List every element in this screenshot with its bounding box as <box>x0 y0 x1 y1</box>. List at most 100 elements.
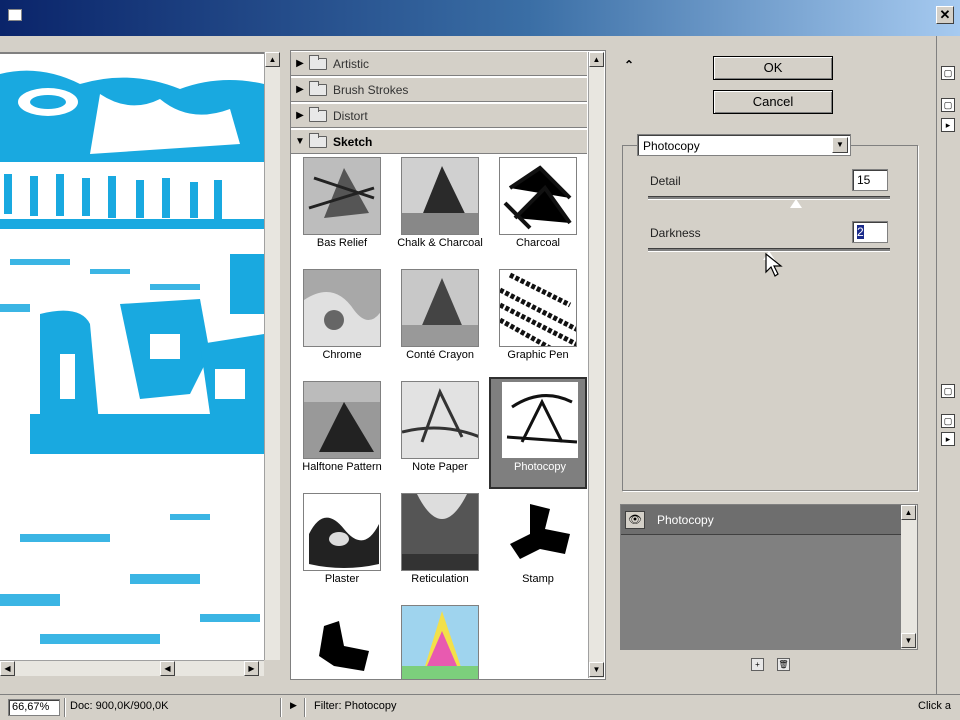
scroll-down-icon[interactable]: ▼ <box>901 633 916 648</box>
filter-list-scrollbar[interactable]: ▲ ▼ <box>588 52 604 678</box>
category-label: Brush Strokes <box>333 82 409 97</box>
palette-button-icon[interactable]: ▢ <box>941 98 955 112</box>
filter-thumb-plaster[interactable]: Plaster <box>293 491 391 601</box>
cancel-button[interactable]: Cancel <box>713 90 833 114</box>
effect-layers-scrollbar[interactable]: ▲ ▼ <box>901 505 917 649</box>
filter-thumb-bas-relief[interactable]: Bas Relief <box>293 155 391 265</box>
scroll-left-icon[interactable]: ◀ <box>0 661 15 676</box>
palette-arrow-icon[interactable]: ▸ <box>941 432 955 446</box>
detail-label: Detail <box>650 174 681 188</box>
palette-button-icon[interactable]: ▢ <box>941 384 955 398</box>
preview-image <box>0 54 264 660</box>
category-artistic[interactable]: ▶ Artistic <box>291 51 587 76</box>
filter-gallery-list: ▶ Artistic ▶ Brush Strokes ▶ Distort ▼ S… <box>290 50 606 680</box>
scroll-left-icon[interactable]: ◀ <box>160 661 175 676</box>
category-label: Distort <box>333 108 368 123</box>
filter-label: Charcoal <box>515 237 561 249</box>
filter-thumb-stamp[interactable]: Stamp <box>489 491 587 601</box>
palette-arrow-icon[interactable]: ▸ <box>941 118 955 132</box>
expand-triangle-icon[interactable]: ▶ <box>291 58 309 69</box>
palette-button-icon[interactable]: ▢ <box>941 414 955 428</box>
collapse-gallery-icon[interactable]: ⌃ <box>624 58 634 72</box>
palette-button-icon[interactable]: ▢ <box>941 66 955 80</box>
effect-layer-row[interactable]: 👁 Photocopy <box>621 505 901 535</box>
detail-input[interactable]: 15 <box>852 169 888 191</box>
category-sketch[interactable]: ▼ Sketch <box>291 129 587 154</box>
category-distort[interactable]: ▶ Distort <box>291 103 587 128</box>
close-button[interactable]: ✕ <box>936 6 954 24</box>
folder-icon <box>309 132 327 148</box>
thumbnail-image <box>303 493 381 571</box>
effect-layer-name: Photocopy <box>657 513 714 527</box>
filter-label: Graphic Pen <box>507 349 569 361</box>
folder-icon <box>309 80 327 96</box>
category-label: Sketch <box>333 134 373 149</box>
scroll-down-icon[interactable]: ▼ <box>589 662 604 677</box>
thumbnail-image <box>303 157 381 235</box>
new-effect-layer-icon[interactable]: + <box>751 658 764 671</box>
title-bar: ✕ <box>0 0 960 36</box>
filter-thumb-charcoal[interactable]: Charcoal <box>489 155 587 265</box>
expand-triangle-icon[interactable]: ▶ <box>291 110 309 121</box>
filter-select-value: Photocopy <box>643 139 700 153</box>
mouse-cursor-icon <box>765 252 783 277</box>
filter-preview[interactable] <box>0 52 264 660</box>
folder-icon <box>309 106 327 122</box>
scroll-up-icon[interactable]: ▲ <box>265 52 280 67</box>
filter-thumb-chrome[interactable]: Chrome <box>293 267 391 377</box>
filter-label: Chalk & Charcoal <box>397 237 483 249</box>
ok-button[interactable]: OK <box>713 56 833 80</box>
filter-label: Halftone Pattern <box>302 461 382 473</box>
delete-effect-layer-icon[interactable]: 🗑 <box>777 658 790 671</box>
thumbnail-image <box>401 381 479 459</box>
filter-thumb-water-paper[interactable] <box>391 603 489 679</box>
thumbnail-image <box>303 381 381 459</box>
status-hint: Click a <box>918 700 952 712</box>
thumbnail-image <box>401 269 479 347</box>
filter-thumb-reticulation[interactable]: Reticulation <box>391 491 489 601</box>
thumbnail-image <box>401 605 479 679</box>
filter-label: Photocopy <box>514 461 566 473</box>
filter-select[interactable]: Photocopy ▼ <box>637 134 851 156</box>
filter-thumb-chalk-charcoal[interactable]: Chalk & Charcoal <box>391 155 489 265</box>
thumbnail-image <box>401 493 479 571</box>
thumbnail-image <box>499 269 577 347</box>
zoom-level-field[interactable]: 66,67% <box>8 699 60 716</box>
filter-label: Bas Relief <box>316 237 368 249</box>
scroll-up-icon[interactable]: ▲ <box>901 505 916 520</box>
background-palette-strip: ▢ ▢ ▸ ▢ ▢ ▸ <box>936 36 960 694</box>
scroll-up-icon[interactable]: ▲ <box>589 52 604 67</box>
filter-label: Reticulation <box>411 573 469 585</box>
filter-label: Plaster <box>324 573 360 585</box>
filter-label: Stamp <box>522 573 554 585</box>
status-bar: 66,67% Doc: 900,0K/900,0K ▶ Filter: Phot… <box>0 694 960 720</box>
status-filter-text: Filter: Photocopy <box>314 700 397 712</box>
doc-size: Doc: 900,0K/900,0K <box>70 700 169 712</box>
folder-icon <box>309 54 327 70</box>
detail-slider[interactable] <box>648 196 890 200</box>
detail-slider-handle[interactable] <box>789 199 802 208</box>
visibility-eye-icon[interactable]: 👁 <box>625 511 645 529</box>
chevron-down-icon[interactable]: ▼ <box>832 137 848 153</box>
effect-layers-panel: 👁 Photocopy ▲ ▼ <box>620 504 918 650</box>
darkness-input[interactable]: 2 <box>852 221 888 243</box>
filter-thumb-graphic-pen[interactable]: Graphic Pen <box>489 267 587 377</box>
filter-thumb-note-paper[interactable]: Note Paper <box>391 379 489 489</box>
filter-thumb-halftone-pattern[interactable]: Halftone Pattern <box>293 379 391 489</box>
thumbnail-image <box>499 157 577 235</box>
expand-triangle-icon[interactable]: ▶ <box>291 84 309 95</box>
thumbnail-image <box>501 381 579 459</box>
filter-label: Chrome <box>322 349 362 361</box>
thumbnail-image <box>303 269 381 347</box>
filter-thumb-photocopy[interactable]: Photocopy <box>489 377 587 489</box>
darkness-label: Darkness <box>650 226 701 240</box>
category-brush-strokes[interactable]: ▶ Brush Strokes <box>291 77 587 102</box>
status-menu-arrow-icon[interactable]: ▶ <box>290 700 297 711</box>
scroll-right-icon[interactable]: ▶ <box>244 661 259 676</box>
preview-horizontal-scrollbar[interactable]: ◀ ◀ ▶ <box>0 660 264 676</box>
filter-thumb-conte-crayon[interactable]: Conté Crayon <box>391 267 489 377</box>
category-label: Artistic <box>333 56 369 71</box>
collapse-triangle-icon[interactable]: ▼ <box>291 136 309 147</box>
filter-thumb-torn-edges[interactable] <box>293 603 391 679</box>
preview-vertical-scrollbar[interactable]: ▲ <box>264 52 280 660</box>
